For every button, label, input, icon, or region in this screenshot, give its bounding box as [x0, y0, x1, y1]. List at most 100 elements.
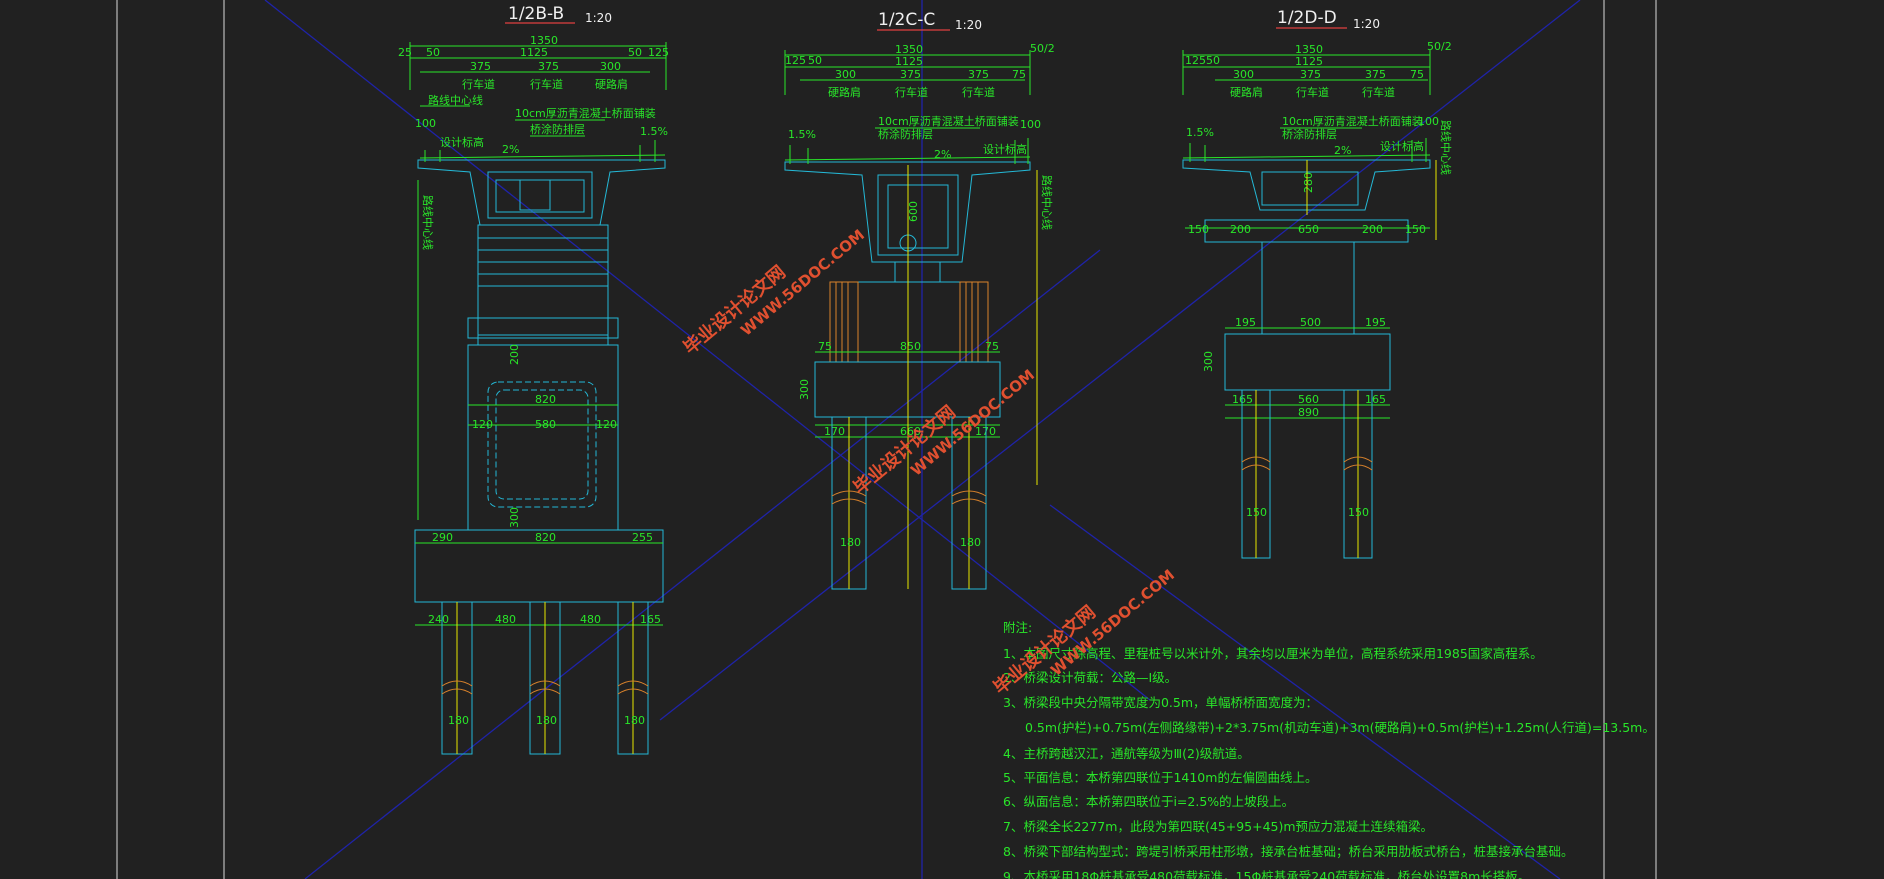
lane-label: 硬路肩 — [595, 77, 628, 91]
section-scale: 1:20 — [1353, 17, 1380, 31]
note-item: 0.5m(护栏)+0.75m(左侧路缘带)+2*3.75m(机动车道)+3m(硬… — [1025, 720, 1655, 735]
lane-label: 行车道 — [895, 85, 928, 99]
design-label: 设计标高 — [1380, 139, 1424, 153]
pier-dim: 200 — [508, 344, 521, 365]
cap-dim: 300 — [508, 507, 521, 528]
dim-label: 375 — [1300, 68, 1321, 81]
top-dimensions: 125 50 1350 1125 50/2 300 375 375 75 硬路肩… — [1182, 40, 1452, 99]
note-item: 8、桥梁下部结构型式：跨堤引桥采用柱形墩，接承台桩基础；桥台采用肋板式桥台，桩基… — [1003, 844, 1573, 859]
cap-dim: 75 — [818, 340, 832, 353]
dim-label: 375 — [470, 60, 491, 73]
side-vertical-label: 路线中心线 — [1439, 120, 1453, 175]
pier-dim: 120 — [596, 418, 617, 431]
pile-dim: 240 — [428, 613, 449, 626]
cap-dim: 300 — [798, 379, 811, 400]
cap-dim: 195 — [1235, 316, 1256, 329]
cap-dim: 820 — [535, 531, 556, 544]
pile-dim: 480 — [495, 613, 516, 626]
lane-label: 行车道 — [1296, 85, 1329, 99]
dim-label: 1125 — [520, 46, 548, 59]
slope-label: 2% — [502, 143, 519, 156]
top-dimensions: 125 50 1350 1125 50/2 300 375 375 75 硬路肩… — [784, 42, 1055, 99]
dim-label: 50/2 — [1427, 40, 1452, 53]
girder-dim: 600 — [907, 201, 920, 222]
section-c-c: 1/2C-C 1:20 125 50 1350 1125 50/2 300 37… — [784, 10, 1055, 590]
side-label: 路线中心线 — [428, 93, 483, 107]
pile-cap: 195 500 195 300 165 560 165 890 — [1202, 316, 1391, 419]
lane-label: 硬路肩 — [1230, 85, 1263, 99]
deck-label: 10cm厚沥青混凝土桥面铺装 — [515, 106, 656, 120]
pier-dim: 170 — [824, 425, 845, 438]
lane-label: 行车道 — [1362, 85, 1395, 99]
design-label: 设计标高 — [983, 142, 1027, 156]
deck-label: 桥涂防排层 — [1282, 127, 1337, 141]
left-dim: 100 — [415, 117, 436, 130]
dim-label: 125 — [1185, 54, 1206, 67]
dim-label: 300 — [1233, 68, 1254, 81]
dim-label: 75 — [1012, 68, 1026, 81]
dim-label: 50 — [808, 54, 822, 67]
dim-label: 375 — [900, 68, 921, 81]
dim-label: 375 — [1365, 68, 1386, 81]
notes-heading: 附注: — [1003, 620, 1032, 635]
note-item: 3、桥梁段中央分隔带宽度为0.5m，单幅桥桥面宽度为： — [1003, 695, 1318, 710]
pile-dia: 150 — [1246, 506, 1267, 519]
dim-label: 50 — [628, 46, 642, 59]
side-vertical-label: 路线中心线 — [421, 195, 435, 250]
dim-label: 375 — [538, 60, 559, 73]
pier-dim: 820 — [535, 393, 556, 406]
pile-dia: 180 — [624, 714, 645, 727]
cap-dim: 300 — [1202, 351, 1215, 372]
side-vertical-label: 路线中心线 — [1040, 175, 1054, 230]
note-item: 4、主桥跨越汉江，通航等级为Ⅲ(2)级航道。 — [1003, 746, 1250, 761]
note-item: 9、本桥采用18Φ桩基承受480荷载标准，15Φ桩基承受240荷载标准，桥台处设… — [1003, 869, 1530, 879]
dim-label: 300 — [835, 68, 856, 81]
dim-label: 125 — [785, 54, 806, 67]
base-dim: 200 — [1362, 223, 1383, 236]
base-dim: 650 — [1298, 223, 1319, 236]
deck-label: 桥涂防排层 — [530, 122, 585, 136]
slope-label: 2% — [1334, 144, 1351, 157]
section-title: 1/2C-C — [878, 10, 935, 30]
section-scale: 1:20 — [585, 11, 612, 25]
cap-dim: 75 — [985, 340, 999, 353]
base-dim: 200 — [1230, 223, 1251, 236]
pile-dia: 180 — [536, 714, 557, 727]
dim-label: 25 — [398, 46, 412, 59]
slope-label: 1.5% — [640, 125, 668, 138]
right-dim: 100 — [1418, 115, 1439, 128]
right-dim: 100 — [1020, 118, 1041, 131]
pile-dim: 890 — [1298, 406, 1319, 419]
section-b-b: 1/2B-B 1:20 25 50 1350 1125 50 125 375 3… — [398, 4, 669, 755]
pier-dim: 580 — [535, 418, 556, 431]
dim-label: 50/2 — [1030, 42, 1055, 55]
cap-dim: 255 — [632, 531, 653, 544]
dim-label: 1125 — [895, 55, 923, 68]
pile-dim: 165 — [640, 613, 661, 626]
note-item: 5、平面信息：本桥第四联位于1410m的左偏圆曲线上。 — [1003, 770, 1317, 785]
section-scale: 1:20 — [955, 18, 982, 32]
dim-label: 75 — [1410, 68, 1424, 81]
dim-label: 375 — [968, 68, 989, 81]
design-label: 设计标高 — [440, 135, 484, 149]
cad-drawing-canvas: 1/2B-B 1:20 25 50 1350 1125 50 125 375 3… — [116, 0, 1657, 879]
pile-cap: 290 820 255 300 240 480 480 165 — [414, 507, 664, 626]
dim-label: 125 — [648, 46, 669, 59]
note-item: 6、纵面信息：本桥第四联位于i=2.5%的上坡段上。 — [1003, 794, 1294, 809]
section-d-d: 1/2D-D 1:20 125 50 1350 1125 50/2 300 37… — [1182, 8, 1453, 559]
cap-dim: 850 — [900, 340, 921, 353]
pier-column: 200 820 120 580 120 — [467, 344, 619, 531]
slope-label: 1.5% — [788, 128, 816, 141]
note-item: 7、桥梁全长2277m，此段为第四联(45+95+45)m预应力混凝土连续箱梁。 — [1003, 819, 1433, 834]
watermark: 毕业设计论文网 WWW.56DOC.COM — [849, 366, 1038, 499]
top-dimensions: 25 50 1350 1125 50 125 375 375 300 行车道 行… — [398, 34, 669, 91]
lane-label: 硬路肩 — [828, 85, 861, 99]
pile-dim: 165 — [1365, 393, 1386, 406]
pile-dia: 150 — [1348, 506, 1369, 519]
dim-label: 1125 — [1295, 55, 1323, 68]
base-dim: 150 — [1188, 223, 1209, 236]
section-title: 1/2D-D — [1277, 8, 1337, 28]
cap-dim: 500 — [1300, 316, 1321, 329]
lane-label: 行车道 — [530, 77, 563, 91]
notes-block: 附注: 1、本图尺寸除高程、里程桩号以米计外，其余均以厘米为单位，高程系统采用1… — [1003, 620, 1655, 879]
